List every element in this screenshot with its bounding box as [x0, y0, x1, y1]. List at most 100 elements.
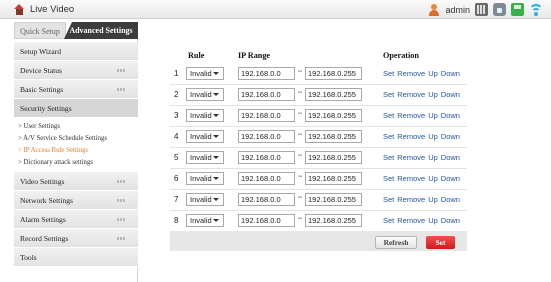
header-operation: Operation [383, 51, 419, 60]
rule-select[interactable]: Invalid [186, 214, 224, 227]
sidebar-item-security-settings[interactable]: Security Settings [14, 99, 138, 118]
set-link[interactable]: Set [383, 174, 394, 183]
ip-end-input[interactable]: 192.168.0.255 [305, 130, 362, 143]
up-link[interactable]: Up [428, 90, 438, 99]
ip-end-input[interactable]: 192.168.0.255 [305, 214, 362, 227]
set-link[interactable]: Set [383, 153, 394, 162]
set-button[interactable]: Set [426, 236, 455, 249]
sidebar-item-label: Setup Wizard [20, 47, 62, 56]
sidebar-menu: Setup Wizard Device Status Basic Settings S… [14, 42, 138, 267]
sidebar-item-tools[interactable]: Tools [14, 248, 138, 267]
rule-select[interactable]: Invalid [186, 88, 224, 101]
tab-quick-setup[interactable]: Quick Setup [14, 22, 66, 39]
down-link[interactable]: Down [441, 174, 460, 183]
set-link[interactable]: Set [383, 90, 394, 99]
remove-link[interactable]: Remove [397, 195, 425, 204]
ip-end-input[interactable]: 192.168.0.255 [305, 151, 362, 164]
wifi-icon[interactable] [529, 3, 543, 16]
ip-start-input[interactable]: 192.168.0.0 [238, 67, 295, 80]
up-link[interactable]: Up [428, 69, 438, 78]
up-link[interactable]: Up [428, 111, 438, 120]
set-link[interactable]: Set [383, 195, 394, 204]
remove-link[interactable]: Remove [397, 132, 425, 141]
sidebar-item-alarm-settings[interactable]: Alarm Settings [14, 210, 138, 229]
ip-start-input[interactable]: 192.168.0.0 [238, 88, 295, 101]
ip-end-input[interactable]: 192.168.0.255 [305, 193, 362, 206]
rule-select[interactable]: Invalid [186, 130, 224, 143]
ip-start-input[interactable]: 192.168.0.0 [238, 109, 295, 122]
sidebar-item-record-settings[interactable]: Record Settings [14, 229, 138, 248]
lock-icon[interactable] [493, 3, 506, 16]
remove-link[interactable]: Remove [397, 153, 425, 162]
remove-link[interactable]: Remove [397, 69, 425, 78]
ip-end-input[interactable]: 192.168.0.255 [305, 172, 362, 185]
sidebar-item-video-settings[interactable]: Video Settings [14, 172, 138, 191]
live-video-link[interactable]: Live Video [14, 3, 74, 16]
ip-end-input[interactable]: 192.168.0.255 [305, 67, 362, 80]
row-operations: Set Remove Up Down [383, 90, 463, 99]
row-operations: Set Remove Up Down [383, 69, 463, 78]
up-link[interactable]: Up [428, 174, 438, 183]
remove-link[interactable]: Remove [397, 111, 425, 120]
set-link[interactable]: Set [383, 111, 394, 120]
remove-link[interactable]: Remove [397, 174, 425, 183]
up-link[interactable]: Up [428, 216, 438, 225]
ip-start-input[interactable]: 192.168.0.0 [238, 130, 295, 143]
range-separator: ~ [298, 172, 303, 181]
set-link[interactable]: Set [383, 69, 394, 78]
down-link[interactable]: Down [441, 132, 460, 141]
sidebar-item-basic-settings[interactable]: Basic Settings [14, 80, 138, 99]
up-link[interactable]: Up [428, 132, 438, 141]
down-link[interactable]: Down [441, 111, 460, 120]
table-row: 5 Invalid 192.168.0.0 ~192.168.0.255 Set Remo… [170, 148, 467, 169]
submenu-item[interactable]: > Dictionary attack settings [14, 157, 138, 169]
top-bar: Live Video admin [0, 0, 551, 19]
row-operations: Set Remove Up Down [383, 111, 463, 120]
username-label[interactable]: admin [445, 5, 470, 15]
table-row: 8 Invalid 192.168.0.0 ~192.168.0.255 Set Remo… [170, 211, 467, 232]
set-link[interactable]: Set [383, 216, 394, 225]
grid-icon[interactable] [475, 3, 488, 16]
row-number: 8 [174, 216, 179, 225]
range-separator: ~ [298, 193, 303, 202]
ip-start-input[interactable]: 192.168.0.0 [238, 214, 295, 227]
disk-icon[interactable] [511, 3, 524, 16]
ip-start-input[interactable]: 192.168.0.0 [238, 172, 295, 185]
ip-start-input[interactable]: 192.168.0.0 [238, 151, 295, 164]
remove-link[interactable]: Remove [397, 90, 425, 99]
set-link[interactable]: Set [383, 132, 394, 141]
down-link[interactable]: Down [441, 153, 460, 162]
rule-select[interactable]: Invalid [186, 67, 224, 80]
expand-dots-icon [117, 218, 126, 221]
down-link[interactable]: Down [441, 195, 460, 204]
up-link[interactable]: Up [428, 195, 438, 204]
rule-select[interactable]: Invalid [186, 109, 224, 122]
submenu-item[interactable]: > User Settings [14, 121, 138, 133]
sidebar-item-setup-wizard[interactable]: Setup Wizard [14, 42, 138, 61]
rule-select[interactable]: Invalid [186, 151, 224, 164]
refresh-button[interactable]: Refresh [375, 236, 417, 249]
submenu-item[interactable]: > IP Access Rule Settings [14, 145, 138, 157]
range-separator: ~ [298, 109, 303, 118]
down-link[interactable]: Down [441, 90, 460, 99]
row-operations: Set Remove Up Down [383, 195, 463, 204]
ip-end-input[interactable]: 192.168.0.255 [305, 109, 362, 122]
down-link[interactable]: Down [441, 69, 460, 78]
sidebar-item-network-settings[interactable]: Network Settings [14, 191, 138, 210]
down-link[interactable]: Down [441, 216, 460, 225]
sidebar-item-device-status[interactable]: Device Status [14, 61, 138, 80]
ip-start-input[interactable]: 192.168.0.0 [238, 193, 295, 206]
sidebar-item-label: Device Status [20, 66, 62, 75]
rule-select[interactable]: Invalid [186, 172, 224, 185]
range-separator: ~ [298, 88, 303, 97]
tab-advanced-settings[interactable]: Advanced Settings [64, 22, 138, 39]
remove-link[interactable]: Remove [397, 216, 425, 225]
ip-end-input[interactable]: 192.168.0.255 [305, 88, 362, 101]
row-number: 1 [174, 69, 179, 78]
rule-select[interactable]: Invalid [186, 193, 224, 206]
sidebar-item-label: Alarm Settings [20, 215, 66, 224]
range-separator: ~ [298, 130, 303, 139]
up-link[interactable]: Up [428, 153, 438, 162]
submenu-item[interactable]: > A/V Service Schedule Settings [14, 133, 138, 145]
expand-dots-icon [117, 199, 126, 202]
